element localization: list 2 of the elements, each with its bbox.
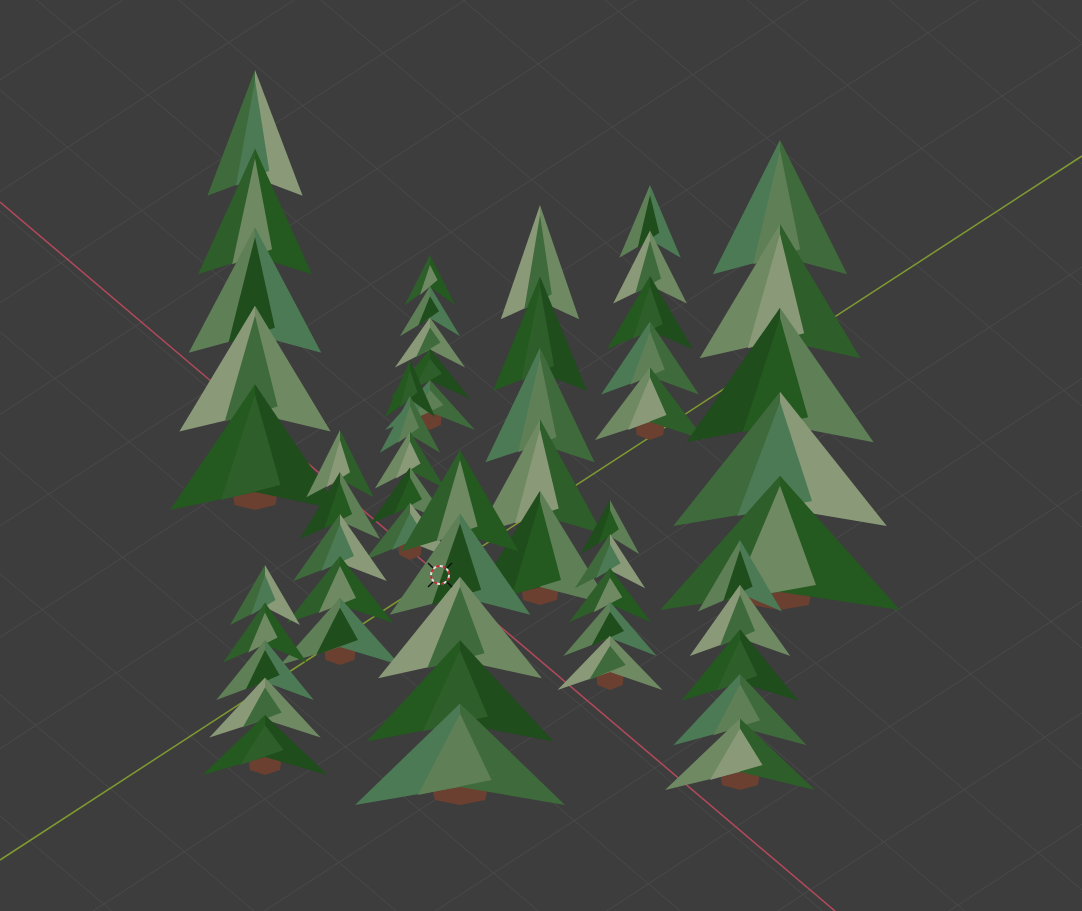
viewport-canvas[interactable] [0,0,1082,911]
crosshair-icon[interactable] [427,562,453,588]
